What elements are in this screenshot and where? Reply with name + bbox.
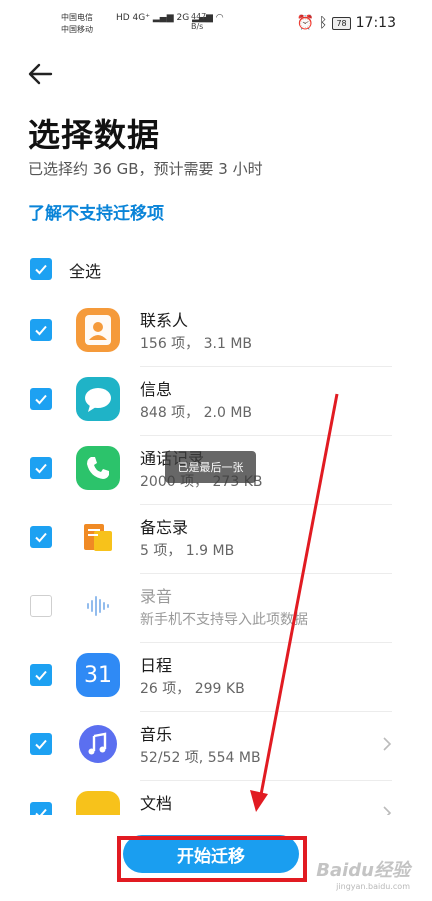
bluetooth-icon: ᛒ <box>319 15 328 31</box>
item-checkbox[interactable] <box>30 664 52 686</box>
status-bar: 中国电信 中国移动 HD 4G⁺ ▂▄▆ 2G ▂▄▆ ◠ 447 B/s ⏰ … <box>0 0 432 46</box>
item-checkbox[interactable] <box>30 526 52 548</box>
chevron-right-icon[interactable] <box>382 736 392 752</box>
network-2: 2G <box>176 13 190 23</box>
calendar-day: 31 <box>84 662 112 688</box>
item-detail: 52/52 项, 554 MB <box>140 750 261 766</box>
alarm-icon: ⏰ <box>296 15 315 31</box>
check-icon <box>35 325 47 336</box>
item-name: 信息 <box>140 380 173 399</box>
item-name: 日程 <box>140 656 173 675</box>
annotation-highlight-box <box>117 836 307 882</box>
speed-value: 447 <box>191 12 207 21</box>
item-detail: 新手机不支持导入此项数据 <box>140 612 308 628</box>
item-name: 备忘录 <box>140 518 189 537</box>
item-detail: 156 项， 3.1 MB <box>140 336 253 352</box>
page-title: 选择数据 <box>28 116 161 154</box>
carrier-2: 中国移动 <box>61 25 93 34</box>
item-checkbox[interactable] <box>30 388 52 410</box>
carrier-labels: 中国电信 中国移动 <box>61 12 93 36</box>
network-indicators: HD 4G⁺ ▂▄▆ 2G ▂▄▆ ◠ <box>116 13 224 23</box>
check-icon <box>35 394 47 405</box>
unsupported-items-link[interactable]: 了解不支持迁移项 <box>28 199 164 224</box>
item-detail: 26 项， 299 KB <box>140 681 245 697</box>
check-icon <box>35 739 47 750</box>
speed-unit: B/s <box>191 22 204 31</box>
data-item-calendar[interactable]: 31 日程 26 项， 299 KB <box>0 643 432 712</box>
selection-summary: 已选择约 36 GB，预计需要 3 小时 <box>28 160 263 178</box>
item-name: 联系人 <box>140 311 189 330</box>
item-name: 录音 <box>140 587 173 606</box>
item-checkbox[interactable] <box>30 319 52 341</box>
battery-indicator: 78 <box>332 16 351 30</box>
notes-icon <box>76 515 120 559</box>
music-icon <box>76 722 120 766</box>
watermark-brand: Baidu经验 <box>316 860 410 881</box>
check-icon <box>35 670 47 681</box>
check-icon <box>35 532 47 543</box>
data-item-recorder: 录音 新手机不支持导入此项数据 <box>0 574 432 643</box>
status-right: ⏰ ᛒ 78 17:13 <box>297 15 396 31</box>
phone-icon <box>76 446 120 490</box>
clock: 17:13 <box>355 15 396 31</box>
check-icon <box>35 463 47 474</box>
item-name: 音乐 <box>140 725 173 744</box>
toast-message: 已是最后一张 <box>165 451 256 483</box>
data-item-music[interactable]: 音乐 52/52 项, 554 MB <box>0 712 432 781</box>
item-detail: 848 项， 2.0 MB <box>140 405 253 421</box>
back-button[interactable] <box>27 60 55 88</box>
item-checkbox[interactable] <box>30 733 52 755</box>
arrow-left-icon <box>28 63 53 85</box>
network-speed: 447 B/s <box>191 12 206 32</box>
watermark: Baidu经验 jingyan.baidu.com <box>316 856 410 891</box>
contacts-icon <box>76 308 120 352</box>
network-1: HD 4G⁺ <box>116 13 151 23</box>
item-checkbox[interactable] <box>30 457 52 479</box>
item-detail: 5 项， 1.9 MB <box>140 543 235 559</box>
select-all-label: 全选 <box>69 262 102 281</box>
carrier-1: 中国电信 <box>61 13 93 22</box>
select-all-checkbox[interactable] <box>30 258 52 280</box>
messages-icon <box>76 377 120 421</box>
data-item-messages[interactable]: 信息 848 项， 2.0 MB <box>0 367 432 436</box>
item-checkbox-disabled <box>30 595 52 617</box>
item-name: 文档 <box>140 794 173 813</box>
data-item-notes[interactable]: 备忘录 5 项， 1.9 MB <box>0 505 432 574</box>
data-item-contacts[interactable]: 联系人 156 项， 3.1 MB <box>0 298 432 367</box>
watermark-url: jingyan.baidu.com <box>336 882 410 891</box>
wifi-icon: ◠ <box>215 13 224 23</box>
signal-icon: ▂▄▆ <box>152 13 174 23</box>
check-icon <box>35 264 47 275</box>
calendar-icon: 31 <box>76 653 120 697</box>
recorder-icon <box>76 584 120 628</box>
